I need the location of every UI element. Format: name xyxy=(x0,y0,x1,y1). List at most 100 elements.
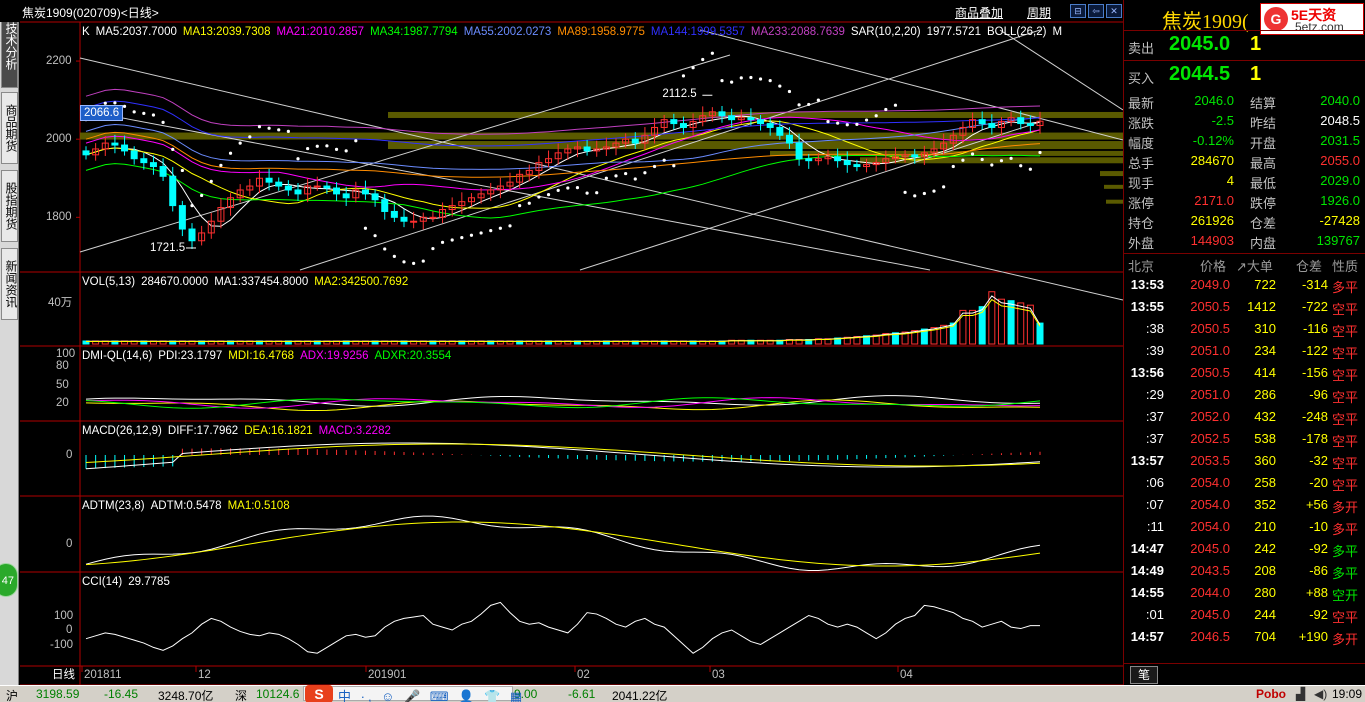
x-axis-tick-label: 201811 xyxy=(84,669,122,681)
bid-volume: 1 xyxy=(1250,63,1262,85)
trade-time: :37 xyxy=(1145,431,1164,446)
ime-tool-icons[interactable]: 中 ·, ☺ 🎤 ⌨ 👤 👕 ▦ xyxy=(338,686,525,702)
period-link[interactable]: 周期 xyxy=(1027,4,1051,21)
trade-row[interactable]: 13:53 2049.0 722 -314 多平 xyxy=(1124,274,1365,296)
price-band xyxy=(388,111,1123,118)
brand-label[interactable]: Pobo xyxy=(1256,687,1286,701)
quote-value: 261926 xyxy=(1190,213,1234,228)
trade-time: 14:57 xyxy=(1130,629,1164,644)
sh-change: -16.45 xyxy=(104,687,139,701)
sar-dot xyxy=(720,78,724,83)
quote-label: 昨结 xyxy=(1250,116,1277,131)
trade-row[interactable]: :11 2054.0 210 -10 多平 xyxy=(1124,516,1365,538)
candle-body xyxy=(381,199,389,212)
trade-row[interactable]: :38 2050.5 310 -116 空平 xyxy=(1124,318,1365,340)
trade-row[interactable]: :01 2045.0 244 -92 空平 xyxy=(1124,604,1365,626)
trade-header-volume[interactable]: ↗大单 xyxy=(1236,256,1273,275)
trade-row[interactable]: 14:49 2043.5 208 -86 多平 xyxy=(1124,560,1365,582)
trade-nature: 空平 xyxy=(1332,434,1359,449)
trade-row[interactable]: 14:47 2045.0 242 -92 多平 xyxy=(1124,538,1365,560)
tab-ticks[interactable]: 笔 xyxy=(1130,666,1158,684)
sar-dot xyxy=(575,186,580,190)
sar-dot xyxy=(325,144,329,148)
ime-toolbar: S 中 ·, ☺ 🎤 ⌨ 👤 👕 ▦ xyxy=(303,685,522,702)
trade-price: 2049.0 xyxy=(1190,277,1230,292)
sz-label: 深 xyxy=(235,689,248,702)
x-axis-period-label: 日线 xyxy=(52,669,75,681)
main-indicator-label: MA89:1958.9775 xyxy=(557,26,645,38)
status-bar: 沪 3198.59 -16.45 3248.70亿 深 10124.6 9.00… xyxy=(0,685,1365,702)
sar-dot xyxy=(652,164,657,169)
trade-nature: 多平 xyxy=(1332,544,1359,559)
quote-label: 仓差 xyxy=(1250,216,1277,231)
sar-dot xyxy=(701,57,705,62)
trade-header-time: 北京 xyxy=(1128,259,1155,274)
trade-price: 2043.5 xyxy=(1190,563,1230,578)
candle-body xyxy=(583,146,591,152)
x-axis-tick-label: 201901 xyxy=(368,669,407,681)
candle-body xyxy=(911,154,919,158)
trade-row[interactable]: :39 2051.0 234 -122 空平 xyxy=(1124,340,1365,362)
trade-volume: 722 xyxy=(1254,277,1276,292)
quote-label: 结算 xyxy=(1250,96,1277,111)
sar-dot xyxy=(431,246,435,251)
trade-volume: 360 xyxy=(1254,453,1276,468)
restore-icon[interactable]: ⊟ xyxy=(1070,4,1086,18)
sar-dot xyxy=(566,186,570,190)
back-icon[interactable]: ⇦ xyxy=(1088,4,1104,18)
trade-price: 2046.5 xyxy=(1190,629,1230,644)
sar-dot xyxy=(980,157,984,162)
trade-row[interactable]: :29 2051.0 286 -96 空平 xyxy=(1124,384,1365,406)
volume-icon[interactable]: ◀) xyxy=(1314,687,1327,701)
ime-logo-icon[interactable]: S xyxy=(305,685,333,702)
trade-header-nature: 性质 xyxy=(1332,259,1359,274)
trade-row[interactable]: :06 2054.0 258 -20 空平 xyxy=(1124,472,1365,494)
commodity-overlay-link[interactable]: 商品叠加 xyxy=(955,4,1003,21)
sar-dot xyxy=(768,78,772,83)
trade-nature: 多开 xyxy=(1332,632,1359,647)
sar-dot xyxy=(228,151,233,155)
trade-volume: 244 xyxy=(1254,607,1276,622)
trade-volume: 1412 xyxy=(1247,299,1276,314)
high-annotation: 2112.5 xyxy=(662,88,697,101)
trade-row[interactable]: 14:57 2046.5 704 +190 多开 xyxy=(1124,626,1365,648)
trade-time: 13:53 xyxy=(1130,277,1164,292)
trade-row[interactable]: :37 2052.5 538 -178 空平 xyxy=(1124,428,1365,450)
sar-dot xyxy=(392,254,396,258)
quote-row: 现手 4 最低 2029.0 xyxy=(1124,171,1365,191)
sar-dot xyxy=(489,228,493,233)
trade-oi-change: -722 xyxy=(1301,299,1328,314)
quote-label: 现手 xyxy=(1128,176,1155,191)
x-axis-tick-label: 03 xyxy=(712,669,725,681)
trade-tabbar: 笔 xyxy=(1124,663,1365,685)
quote-label: 跌停 xyxy=(1250,196,1277,211)
sar-dot xyxy=(383,247,387,251)
close-icon[interactable]: ✕ xyxy=(1106,4,1122,18)
trade-oi-change: -116 xyxy=(1302,321,1328,336)
trade-row[interactable]: 13:56 2050.5 414 -156 空平 xyxy=(1124,362,1365,384)
macd-y-tick-label: 0 xyxy=(66,449,73,461)
quote-value: 2055.0 xyxy=(1320,153,1360,168)
candle-body xyxy=(429,216,437,219)
candle-body xyxy=(140,158,148,164)
candle-body xyxy=(361,189,369,195)
vol-indicator-label: VOL(5,13) xyxy=(82,276,136,288)
sar-dot xyxy=(932,189,936,193)
trade-price: 2052.0 xyxy=(1190,409,1230,424)
sar-dot xyxy=(537,195,541,199)
trade-row[interactable]: :07 2054.0 352 +56 多开 xyxy=(1124,494,1365,516)
moving-average-line xyxy=(85,154,1041,219)
trade-price: 2053.5 xyxy=(1190,453,1230,468)
trade-row[interactable]: 13:55 2050.5 1412 -722 空平 xyxy=(1124,296,1365,318)
main-indicator-label: MA21:2010.2857 xyxy=(276,26,365,38)
trade-row[interactable]: :37 2052.0 432 -248 空平 xyxy=(1124,406,1365,428)
sar-dot xyxy=(277,128,281,132)
trade-row[interactable]: 14:55 2044.0 280 +88 空开 xyxy=(1124,582,1365,604)
trade-row[interactable]: 13:57 2053.5 360 -32 空平 xyxy=(1124,450,1365,472)
sar-dot xyxy=(970,152,975,156)
candle-body xyxy=(342,193,350,199)
quote-label: 幅度 xyxy=(1128,136,1155,151)
main-indicator-label: MA55:2002.0273 xyxy=(463,26,552,38)
dmi-indicator-label: PDI:23.1797 xyxy=(158,350,223,362)
sar-dot xyxy=(460,236,464,240)
